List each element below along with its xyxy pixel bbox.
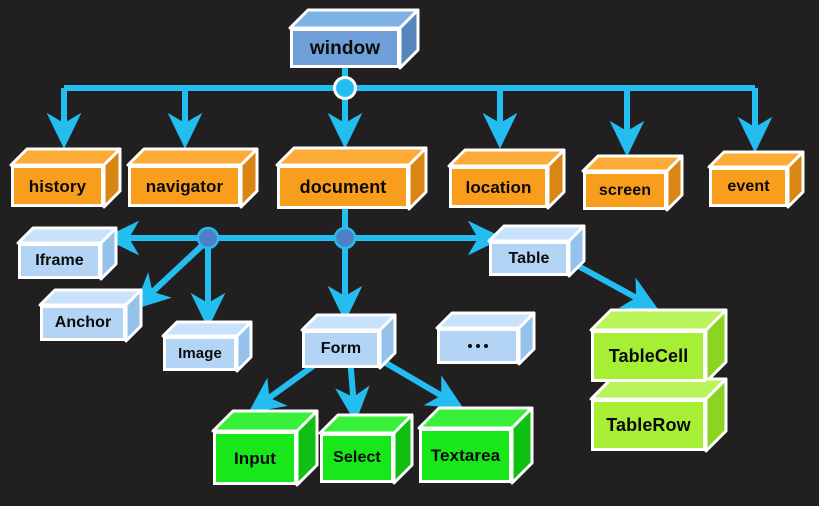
node-anchor[interactable]: Anchor [38, 288, 143, 343]
node-document[interactable]: document [275, 146, 428, 211]
node-select-label: Select [333, 449, 381, 466]
node-history-front-face: history [11, 165, 104, 207]
junction-dom-left [196, 226, 220, 250]
node-select[interactable]: Select [318, 413, 414, 485]
node-iframe-label: Iframe [35, 252, 84, 269]
node-input[interactable]: Input [211, 409, 319, 487]
node-tablecell-front-face: TableCell [591, 330, 706, 382]
node-iframe-front-face: Iframe [18, 243, 101, 279]
node-table[interactable]: Table [487, 224, 586, 278]
node-ellipsis-ellipsis-glyph [468, 344, 488, 348]
node-table-front-face: Table [489, 241, 569, 276]
node-tablerow[interactable]: TableRow [589, 377, 728, 453]
node-location-label: location [465, 177, 532, 197]
node-document-front-face: document [277, 165, 409, 209]
node-form-front-face: Form [302, 330, 380, 368]
node-screen-label: screen [598, 181, 652, 199]
node-textarea-label: Textarea [430, 446, 501, 465]
junction-dom-right [333, 226, 357, 250]
node-navigator[interactable]: navigator [126, 147, 259, 209]
node-anchor-label: Anchor [54, 314, 112, 331]
diagram-canvas: window history navigator document location sc… [0, 0, 819, 506]
node-navigator-front-face: navigator [128, 165, 241, 207]
node-window-label: window [309, 37, 381, 59]
node-screen[interactable]: screen [581, 154, 684, 212]
node-textarea[interactable]: Textarea [417, 406, 534, 485]
node-location[interactable]: location [447, 148, 566, 210]
node-form-label: Form [320, 340, 362, 357]
node-image-label: Image [178, 345, 222, 362]
node-event-front-face: event [709, 167, 788, 207]
node-screen-front-face: screen [583, 171, 667, 210]
node-window-front-face: window [290, 28, 400, 68]
node-image-front-face: Image [163, 336, 237, 371]
node-tablecell-label: TableCell [608, 346, 689, 366]
node-window[interactable]: window [288, 8, 420, 70]
node-document-label: document [299, 177, 387, 197]
node-navigator-label: navigator [145, 176, 224, 196]
node-textarea-front-face: Textarea [419, 428, 512, 483]
node-history-label: history [28, 176, 87, 196]
node-history[interactable]: history [9, 147, 122, 209]
node-image[interactable]: Image [161, 320, 253, 373]
node-event-label: event [727, 178, 770, 195]
node-location-front-face: location [449, 166, 548, 208]
node-iframe[interactable]: Iframe [16, 226, 118, 281]
node-input-label: Input [233, 448, 277, 468]
node-ellipsis-front-face [437, 328, 519, 364]
node-ellipsis[interactable] [435, 311, 536, 366]
edge-document-anchor [133, 237, 211, 310]
node-table-label: Table [508, 249, 550, 267]
node-select-front-face: Select [320, 433, 394, 483]
node-tablerow-label: TableRow [606, 415, 691, 435]
node-event[interactable]: event [707, 150, 805, 209]
node-input-front-face: Input [213, 431, 297, 485]
node-tablerow-front-face: TableRow [591, 399, 706, 451]
node-anchor-front-face: Anchor [40, 305, 126, 341]
node-form[interactable]: Form [300, 313, 397, 370]
junction-window [333, 76, 357, 100]
node-tablecell[interactable]: TableCell [589, 308, 728, 384]
